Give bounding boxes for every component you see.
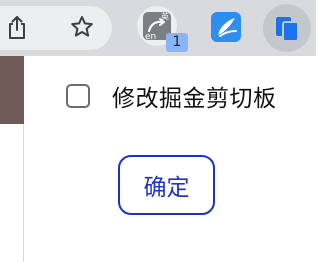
copy-extension-icon bbox=[272, 13, 302, 43]
share-button[interactable] bbox=[0, 8, 36, 46]
star-icon bbox=[69, 14, 95, 40]
svg-text:英: 英 bbox=[161, 11, 169, 21]
bookmark-button[interactable] bbox=[63, 8, 101, 46]
wing-extension-icon bbox=[210, 11, 242, 43]
svg-text:en: en bbox=[145, 32, 156, 41]
wing-extension-button[interactable] bbox=[207, 8, 245, 46]
extension-popup: 修改掘金剪切板 确定 bbox=[24, 56, 316, 262]
browser-toolbar: 英 en 1 bbox=[0, 0, 316, 56]
clipboard-checkbox[interactable] bbox=[66, 84, 90, 108]
page-background-panel bbox=[0, 124, 24, 262]
clipboard-checkbox-label: 修改掘金剪切板 bbox=[112, 86, 277, 112]
clipboard-option[interactable]: 修改掘金剪切板 bbox=[66, 83, 277, 112]
translate-badge: 1 bbox=[166, 33, 188, 52]
page-background-strip bbox=[0, 56, 24, 124]
copy-extension-button[interactable] bbox=[263, 4, 311, 52]
confirm-button[interactable]: 确定 bbox=[118, 155, 215, 215]
share-icon bbox=[5, 14, 29, 40]
